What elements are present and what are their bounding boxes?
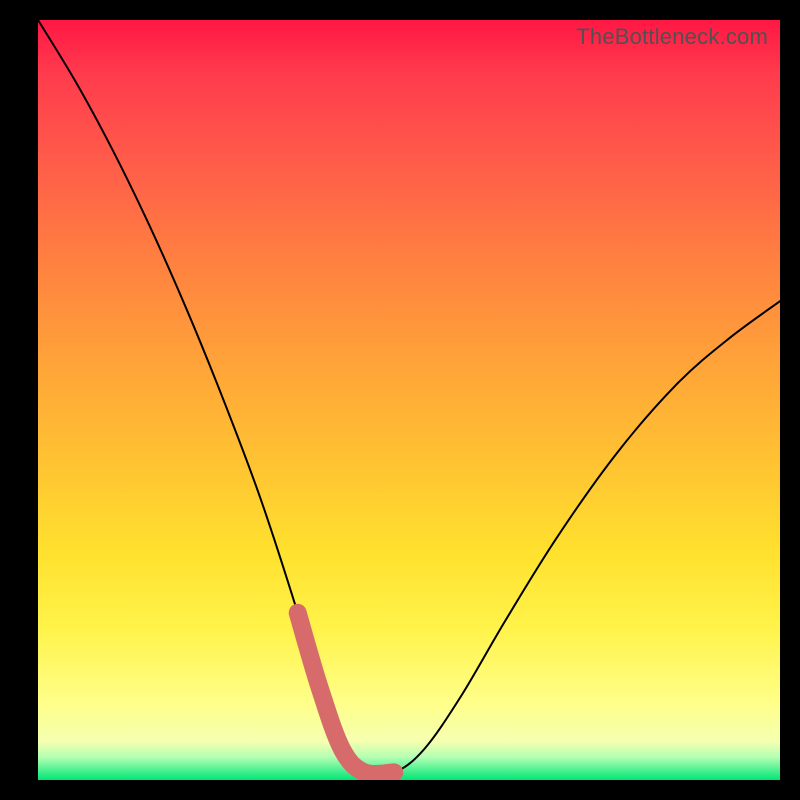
- plot-area: TheBottleneck.com: [38, 20, 780, 780]
- curve-svg: [38, 20, 780, 780]
- chart-frame: TheBottleneck.com: [0, 0, 800, 800]
- valley-highlight: [298, 613, 395, 774]
- bottleneck-curve: [38, 20, 780, 775]
